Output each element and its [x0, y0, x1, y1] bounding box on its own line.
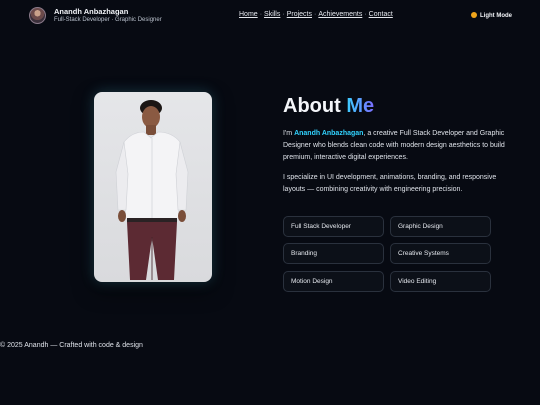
brand-subtitle: Full-Stack Developer · Graphic Designer [54, 17, 162, 23]
nav-separator: · [364, 11, 367, 18]
about-heading-main: About [283, 95, 341, 117]
about-heading: About Me [283, 95, 374, 118]
intro-name: Anandh Anbazhagan [294, 130, 364, 137]
nav-home[interactable]: Home [239, 11, 258, 18]
nav-contact[interactable]: Contact [369, 11, 393, 18]
skill-chip[interactable]: Motion Design [283, 271, 384, 292]
about-specialty-paragraph: I specialize in UI development, animatio… [283, 174, 497, 193]
sun-icon [471, 12, 477, 18]
skill-chip[interactable]: Branding [283, 243, 384, 264]
nav-skills[interactable]: Skills [264, 11, 280, 18]
site-header: Anandh Anbazhagan Full-Stack Developer ·… [0, 0, 540, 32]
nav-separator: · [314, 11, 317, 18]
brand-name[interactable]: Anandh Anbazhagan [54, 7, 128, 16]
avatar[interactable] [29, 7, 46, 24]
nav-separator: · [282, 11, 285, 18]
intro-prefix: I'm [283, 130, 293, 137]
theme-toggle-label: Light Mode [480, 13, 512, 19]
skill-chip[interactable]: Graphic Design [390, 216, 491, 237]
footer-text: © 2025 Anandh — Crafted with code & desi… [0, 342, 143, 349]
profile-photo-illustration [115, 100, 189, 280]
nav-separator: · [259, 11, 263, 18]
theme-toggle-button[interactable]: Light Mode [471, 12, 512, 19]
nav-achievements[interactable]: Achievements [318, 11, 362, 18]
profile-photo [94, 92, 212, 282]
nav-projects[interactable]: Projects [287, 11, 312, 18]
about-intro-paragraph: I'm Anandh Anbazhagan, a creative Full S… [283, 128, 513, 164]
main-nav: Home · Skills · Projects · Achievements · Contac… [239, 11, 393, 18]
about-heading-accent: Me [346, 95, 375, 117]
skill-chip[interactable]: Full Stack Developer [283, 216, 384, 237]
skill-chip[interactable]: Creative Systems [390, 243, 491, 264]
skill-chip[interactable]: Video Editing [390, 271, 491, 292]
